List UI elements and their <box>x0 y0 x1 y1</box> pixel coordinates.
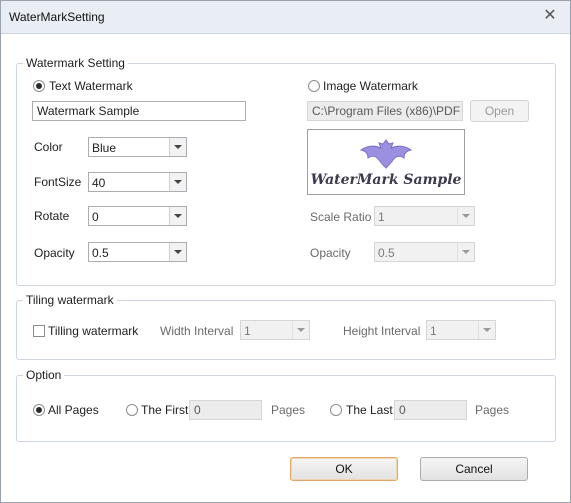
watermark-preview: WaterMark Sample <box>307 129 465 195</box>
opacity-select[interactable]: 0.5 <box>88 242 187 262</box>
rotate-select-value: 0 <box>92 210 99 224</box>
opacity-label: Opacity <box>34 246 75 260</box>
the-last-label[interactable]: The Last <box>346 403 393 417</box>
width-interval-value: 1 <box>244 324 251 338</box>
rotate-select[interactable]: 0 <box>88 206 187 226</box>
close-icon[interactable]: ✕ <box>542 8 558 24</box>
chevron-down-icon[interactable] <box>478 321 495 339</box>
watermark-setting-legend: Watermark Setting <box>23 56 128 70</box>
dialog-window: WaterMarkSetting ✕ Watermark Setting Tex… <box>0 0 571 503</box>
width-interval-label: Width Interval <box>160 324 234 338</box>
fontsize-select-value: 40 <box>92 176 106 190</box>
height-interval-value: 1 <box>430 324 437 338</box>
the-last-pages-label: Pages <box>475 403 510 417</box>
image-opacity-select-value: 0.5 <box>378 246 395 260</box>
the-last-radio[interactable] <box>330 404 342 416</box>
chevron-down-icon[interactable] <box>457 243 474 261</box>
the-first-radio[interactable] <box>126 404 138 416</box>
window-title: WaterMarkSetting <box>9 10 105 24</box>
open-button[interactable]: Open <box>470 100 529 122</box>
cancel-button[interactable]: Cancel <box>420 457 528 481</box>
tiling-legend: Tiling watermark <box>23 293 117 307</box>
tiling-checkbox-label[interactable]: Tilling watermark <box>48 324 138 338</box>
the-last-input[interactable]: 0 <box>394 400 467 420</box>
tiling-checkbox[interactable] <box>33 325 45 337</box>
watermark-text-input[interactable]: Watermark Sample <box>32 101 246 121</box>
dialog-content: Watermark Setting Text Watermark Waterma… <box>1 34 570 502</box>
fontsize-label: FontSize <box>34 175 82 189</box>
preview-text: WaterMark Sample <box>310 172 462 188</box>
color-label: Color <box>34 140 63 154</box>
bat-icon <box>359 139 413 169</box>
rotate-label: Rotate <box>34 209 70 223</box>
color-select-value: Blue <box>92 141 117 155</box>
scale-ratio-select[interactable]: 1 <box>374 206 475 226</box>
all-pages-label[interactable]: All Pages <box>48 403 99 417</box>
the-first-input[interactable]: 0 <box>189 400 262 420</box>
scale-ratio-label: Scale Ratio <box>310 210 372 224</box>
height-interval-select[interactable]: 1 <box>426 320 496 340</box>
image-opacity-label: Opacity <box>310 246 351 260</box>
chevron-down-icon[interactable] <box>169 173 186 191</box>
opacity-select-value: 0.5 <box>92 246 109 260</box>
the-first-pages-label: Pages <box>271 403 306 417</box>
fontsize-select[interactable]: 40 <box>88 172 187 192</box>
ok-button[interactable]: OK <box>290 457 398 481</box>
image-opacity-select[interactable]: 0.5 <box>374 242 475 262</box>
all-pages-radio[interactable] <box>33 404 45 416</box>
title-bar[interactable]: WaterMarkSetting ✕ <box>1 1 570 34</box>
option-legend: Option <box>23 368 65 382</box>
chevron-down-icon[interactable] <box>292 321 309 339</box>
image-path-input[interactable]: C:\Program Files (x86)\PDF Co <box>307 101 463 121</box>
chevron-down-icon[interactable] <box>169 207 186 225</box>
chevron-down-icon[interactable] <box>169 243 186 261</box>
height-interval-label: Height Interval <box>343 324 421 338</box>
width-interval-select[interactable]: 1 <box>240 320 310 340</box>
chevron-down-icon[interactable] <box>457 207 474 225</box>
text-watermark-label[interactable]: Text Watermark <box>49 79 133 93</box>
the-first-label[interactable]: The First <box>141 403 188 417</box>
text-watermark-radio[interactable] <box>33 80 45 92</box>
color-select[interactable]: Blue <box>88 137 187 157</box>
image-watermark-label[interactable]: Image Watermark <box>323 79 418 93</box>
scale-ratio-select-value: 1 <box>378 210 385 224</box>
image-watermark-radio[interactable] <box>308 80 320 92</box>
chevron-down-icon[interactable] <box>169 138 186 156</box>
